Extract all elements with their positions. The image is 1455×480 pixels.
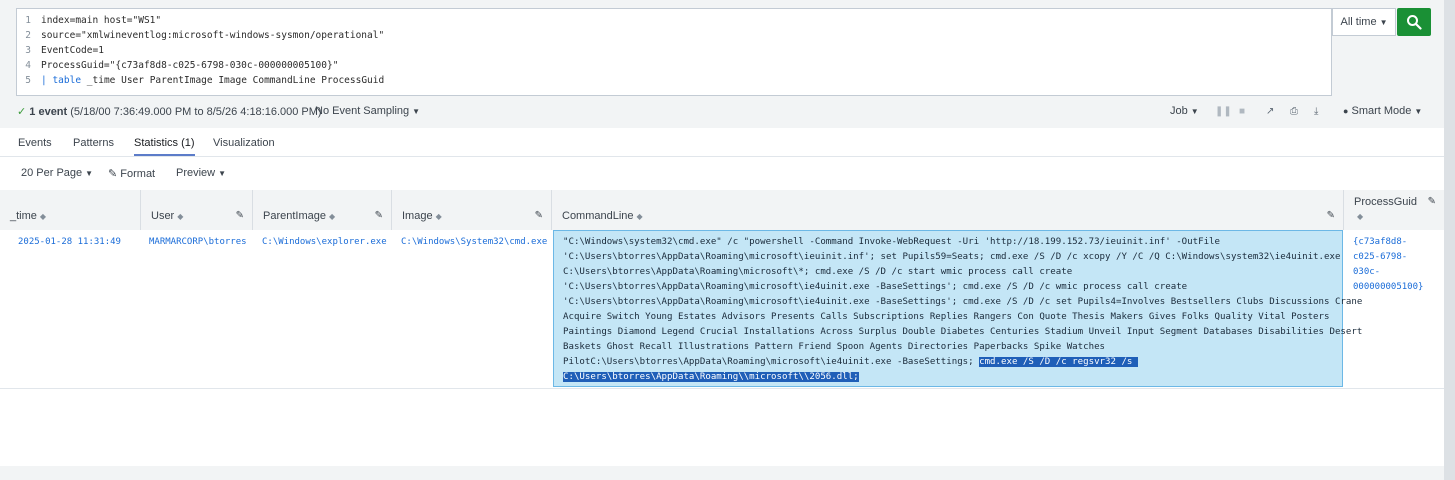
commandline-text: C:\Users\btorres\AppData\Roaming\\micros…	[563, 370, 859, 385]
row-divider	[0, 388, 1444, 389]
pencil-icon[interactable]: ✎	[535, 210, 543, 221]
footer-bar	[0, 466, 1444, 480]
event-sampling-dropdown[interactable]: No Event Sampling ▼	[315, 105, 420, 117]
commandline-text: C:\Users\btorres\AppData\Roaming\microso…	[563, 267, 1073, 277]
column-header-user[interactable]: User ◆ ✎	[141, 190, 253, 230]
chevron-down-icon: ▼	[1414, 107, 1423, 116]
column-header-time[interactable]: _time ◆	[0, 190, 141, 230]
search-button[interactable]	[1397, 8, 1431, 36]
query-line: 4 ProcessGuid="{c73af8d8-c025-6798-030c-0…	[25, 60, 339, 71]
chevron-down-icon: ▼	[218, 169, 227, 178]
chevron-down-icon: ▼	[1379, 18, 1388, 27]
cell-commandline[interactable]: "C:\Windows\system32\cmd.exe" /c "powers…	[553, 230, 1362, 387]
search-query-editor[interactable]: 1 index=main host="WS1" 2 source="xmlwinev…	[16, 8, 1332, 96]
pencil-icon[interactable]: ✎	[1428, 196, 1436, 207]
sort-icon[interactable]: ◆	[436, 212, 442, 221]
chevron-down-icon: ▼	[85, 169, 94, 178]
tab-visualization[interactable]: Visualization	[213, 137, 275, 149]
tab-events[interactable]: Events	[18, 137, 52, 149]
query-line: 1 index=main host="WS1"	[25, 15, 162, 26]
stop-icon[interactable]: ■	[1239, 106, 1245, 117]
search-mode-dropdown[interactable]: ● Smart Mode ▼	[1343, 105, 1422, 117]
cell-processguid[interactable]: {c73af8d8- c025-6798- 030c- 000000005100…	[1353, 235, 1423, 295]
event-count-status: ✓ 1 event (5/18/00 7:36:49.000 PM to 8/5…	[17, 106, 322, 118]
print-icon[interactable]: ⎙	[1290, 106, 1298, 117]
results-tabs: Events Patterns Statistics (1) Visualiza…	[0, 128, 1444, 157]
query-line: 5 | table _time User ParentImage Image Co…	[25, 75, 385, 86]
commandline-text: 'C:\Users\btorres\AppData\Roaming\micros…	[563, 282, 1188, 292]
sort-icon[interactable]: ◆	[1357, 212, 1363, 221]
commandline-text: Baskets Ghost Recall Illustrations Patte…	[563, 342, 1106, 352]
query-line: 3 EventCode=1	[25, 45, 104, 56]
commandline-text: Paintings Diamond Legend Crucial Install…	[563, 327, 1363, 337]
chevron-down-icon: ▼	[412, 107, 421, 116]
share-icon[interactable]: ↗	[1266, 106, 1274, 117]
selected-text: C:\Users\btorres\AppData\Roaming\\micros…	[563, 372, 859, 382]
format-button[interactable]: ✎ Format	[108, 167, 155, 180]
selected-text: cmd.exe /S /D /c regsvr32 /s	[979, 357, 1138, 367]
sort-icon[interactable]: ◆	[40, 212, 46, 221]
job-menu[interactable]: Job ▼	[1170, 105, 1199, 117]
export-icon[interactable]: ⤓	[1314, 106, 1318, 117]
cell-time[interactable]: 2025-01-28 11:31:49	[18, 235, 121, 250]
pencil-icon[interactable]: ✎	[375, 210, 383, 221]
pause-icon[interactable]: ❚❚	[1215, 106, 1232, 117]
scrollbar[interactable]	[1444, 0, 1455, 480]
column-header-processguid[interactable]: ProcessGuid ✎ ◆	[1344, 190, 1444, 230]
time-range-picker[interactable]: All time ▼	[1332, 8, 1396, 36]
tab-patterns[interactable]: Patterns	[73, 137, 114, 149]
column-header-parentimage[interactable]: ParentImage ◆ ✎	[253, 190, 392, 230]
commandline-text: Acquire Switch Young Estates Advisors Pr…	[563, 312, 1330, 322]
chevron-down-icon: ▼	[1190, 107, 1199, 116]
column-header-image[interactable]: Image ◆ ✎	[392, 190, 552, 230]
per-page-dropdown[interactable]: 20 Per Page ▼	[21, 167, 93, 179]
commandline-text: 'C:\Users\btorres\AppData\Roaming\micros…	[563, 297, 1363, 307]
column-header-commandline[interactable]: CommandLine ◆ ✎	[552, 190, 1344, 230]
commandline-text: 'C:\Users\btorres\AppData\Roaming\micros…	[563, 252, 1341, 262]
commandline-text: PilotC:\Users\btorres\AppData\Roaming\mi…	[563, 357, 1138, 367]
sort-icon[interactable]: ◆	[637, 212, 643, 221]
pencil-icon[interactable]: ✎	[236, 210, 244, 221]
lightbulb-icon: ●	[1343, 106, 1349, 116]
pencil-icon[interactable]: ✎	[1327, 210, 1335, 221]
tab-statistics[interactable]: Statistics (1)	[134, 137, 195, 156]
pencil-icon: ✎	[108, 168, 118, 180]
cell-image[interactable]: C:\Windows\System32\cmd.exe	[401, 235, 547, 250]
sort-icon[interactable]: ◆	[177, 212, 183, 221]
check-icon: ✓	[17, 106, 27, 118]
search-icon	[1407, 15, 1422, 30]
cell-parentimage[interactable]: C:\Windows\explorer.exe	[262, 235, 387, 250]
cell-user[interactable]: MARMARCORP\btorres	[149, 235, 247, 250]
commandline-text: "C:\Windows\system32\cmd.exe" /c "powers…	[563, 237, 1220, 247]
sort-icon[interactable]: ◆	[329, 212, 335, 221]
query-line: 2 source="xmlwineventlog:microsoft-window…	[25, 30, 385, 41]
preview-dropdown[interactable]: Preview ▼	[176, 167, 226, 179]
